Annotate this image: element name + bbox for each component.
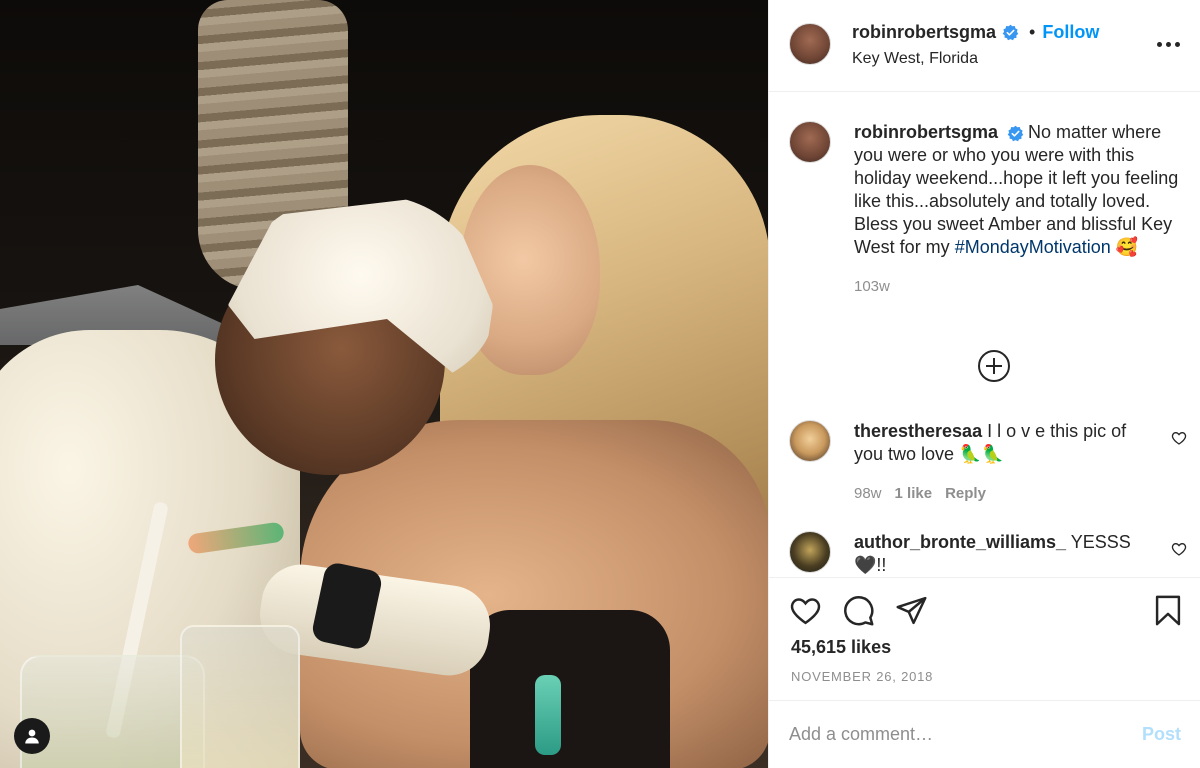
share-icon[interactable] — [895, 594, 928, 627]
drink-glass — [180, 625, 300, 768]
wristband-teal — [535, 675, 561, 755]
user-tag-icon — [25, 729, 39, 744]
comment-input[interactable] — [789, 724, 1142, 745]
add-comment-plus-icon — [978, 350, 1010, 382]
avatar[interactable] — [789, 121, 831, 163]
follow-button[interactable]: Follow — [1042, 22, 1099, 43]
likes-count[interactable]: 45,615 likes — [791, 637, 891, 658]
comment-username[interactable]: author_bronte_williams_ — [854, 532, 1066, 552]
post-header: robinrobertsgma • Follow Key West, Flori… — [769, 0, 1200, 92]
caption-emoji: 🥰 — [1115, 237, 1139, 257]
comments-list[interactable]: robinrobertsgma No matter where you were… — [769, 93, 1200, 576]
comment-icon[interactable] — [842, 594, 875, 627]
avatar[interactable] — [789, 23, 831, 65]
comment-age[interactable]: 98w — [854, 482, 882, 505]
woman-right-top — [470, 610, 670, 768]
post-actions: 45,615 likes NOVEMBER 26, 2018 — [769, 577, 1200, 702]
verified-badge-icon — [1002, 24, 1019, 41]
drink-glass — [20, 655, 205, 768]
bookmark-icon[interactable] — [1153, 594, 1183, 627]
separator-dot: • — [1029, 22, 1036, 42]
avatar[interactable] — [789, 531, 831, 573]
reply-button[interactable]: Reply — [945, 482, 986, 505]
post-date[interactable]: NOVEMBER 26, 2018 — [791, 669, 933, 684]
post-location[interactable]: Key West, Florida — [852, 50, 1099, 68]
comment-likes[interactable]: 1 like — [895, 482, 933, 505]
post-photo[interactable] — [0, 0, 768, 768]
post-comment-button[interactable]: Post — [1142, 724, 1181, 745]
add-comment-bar: Post — [769, 700, 1200, 768]
caption-hashtag[interactable]: #MondayMotivation — [955, 237, 1111, 257]
post-side-panel: robinrobertsgma • Follow Key West, Flori… — [768, 0, 1200, 768]
more-options-icon[interactable] — [1157, 38, 1180, 51]
heart-icon[interactable] — [789, 594, 822, 627]
caption-age[interactable]: 103w — [854, 275, 890, 298]
comment-like-heart-icon[interactable] — [1171, 541, 1187, 557]
avatar[interactable] — [789, 420, 831, 462]
verified-badge-icon — [1007, 125, 1024, 142]
load-more-comments-button[interactable] — [977, 349, 1011, 383]
comment-like-heart-icon[interactable] — [1171, 430, 1187, 446]
caption-username[interactable]: robinrobertsgma — [854, 122, 998, 142]
user-tag-button[interactable] — [14, 718, 50, 754]
post-author-username[interactable]: robinrobertsgma — [852, 22, 996, 43]
comment-username[interactable]: therestheresaa — [854, 421, 982, 441]
